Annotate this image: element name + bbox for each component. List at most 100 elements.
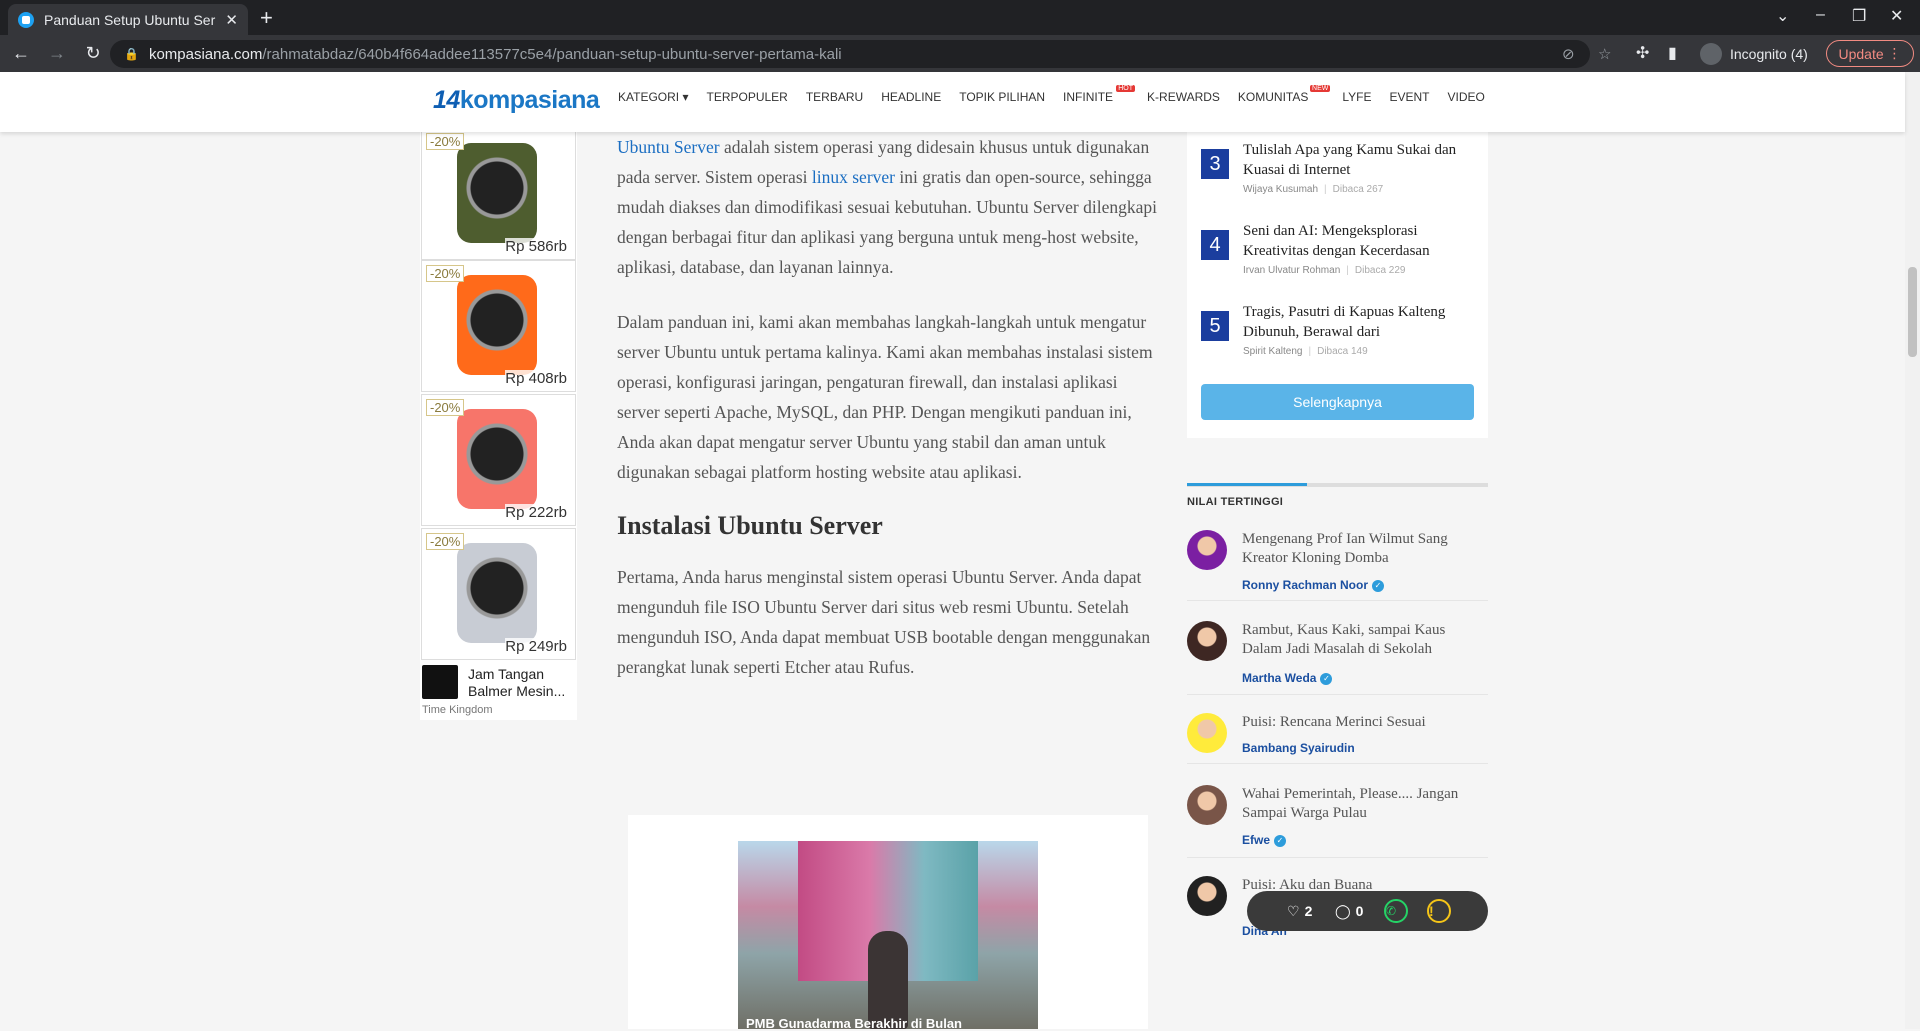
- close-window-icon[interactable]: ✕: [1890, 6, 1903, 26]
- scrollbar-thumb[interactable]: [1908, 267, 1917, 357]
- ad-product-card[interactable]: -20% Rp 249rb: [421, 528, 576, 660]
- nav-item[interactable]: VIDEO: [1448, 90, 1485, 104]
- discount-badge: -20%: [426, 399, 465, 416]
- author-name: Bambang Syairudin: [1242, 741, 1355, 755]
- ranked-author[interactable]: Spirit Kalteng: [1243, 346, 1302, 357]
- restore-icon[interactable]: ❐: [1852, 6, 1866, 26]
- like-button[interactable]: ♡ 2: [1287, 903, 1312, 920]
- nav-item-label: KATEGORI ▾: [618, 90, 689, 104]
- verified-icon: ✓: [1320, 672, 1333, 685]
- new-tab-icon[interactable]: +: [260, 5, 273, 31]
- incognito-indicator[interactable]: Incognito (4): [1700, 43, 1808, 65]
- site-header: 14kompasiana KATEGORI ▾ TERPOPULER TERBARU…: [0, 72, 1905, 132]
- top-rated-author[interactable]: Bambang Syairudin: [1242, 741, 1355, 755]
- update-button[interactable]: Update ⋮: [1826, 40, 1914, 67]
- selengkapnya-button[interactable]: Selengkapnya: [1201, 384, 1474, 420]
- nav-item-label: TERBARU: [805, 90, 864, 104]
- tab-search-icon[interactable]: ⌄: [1776, 6, 1789, 26]
- top-rated-title[interactable]: Wahai Pemerintah, Please.... Jangan Samp…: [1242, 785, 1482, 823]
- extensions-icon[interactable]: ✣: [1636, 43, 1649, 63]
- nav-item-label: EVENT: [1389, 90, 1430, 104]
- top-rated-author[interactable]: Efwe ✓: [1242, 833, 1287, 847]
- nav-item[interactable]: TOPIK PILIHAN: [959, 90, 1045, 104]
- verified-icon: ✓: [1274, 834, 1287, 847]
- discount-badge: -20%: [426, 265, 465, 282]
- ranked-author[interactable]: Wijaya Kusumah: [1243, 184, 1318, 195]
- author-avatar[interactable]: [1187, 785, 1227, 825]
- whatsapp-share-icon[interactable]: ✆: [1384, 899, 1408, 923]
- forward-icon[interactable]: →: [42, 43, 72, 64]
- nav-item[interactable]: EVENT: [1390, 90, 1430, 104]
- comment-button[interactable]: ◯ 0: [1335, 903, 1363, 920]
- nav-item[interactable]: KATEGORI ▾: [618, 90, 688, 104]
- back-icon[interactable]: ←: [6, 43, 36, 64]
- top-rated-author[interactable]: Martha Weda ✓: [1242, 671, 1333, 685]
- ad-product-card[interactable]: -20% Rp 586rb: [421, 128, 576, 260]
- top-rated-item[interactable]: Wahai Pemerintah, Please.... Jangan Samp…: [1187, 785, 1488, 858]
- ad-product-card[interactable]: -20% Rp 222rb: [421, 394, 576, 526]
- lock-icon[interactable]: 🔒: [124, 47, 139, 61]
- article-photo[interactable]: PMB Gunadarma Berakhir di Bulan: [738, 841, 1038, 1031]
- report-icon[interactable]: !: [1427, 899, 1451, 923]
- browser-tab[interactable]: Panduan Setup Ubuntu Ser ✕: [8, 4, 248, 35]
- top-rated-item[interactable]: Rambut, Kaus Kaki, sampai Kaus Dalam Jad…: [1187, 621, 1488, 695]
- author-avatar[interactable]: [1187, 621, 1227, 661]
- nav-badge: HOT: [1116, 85, 1136, 92]
- reaction-bar: ♡ 2 ◯ 0 ✆ !: [1247, 891, 1488, 931]
- nav-item[interactable]: HEADLINE: [881, 90, 941, 104]
- article-body: Ubuntu Server adalah sistem operasi yang…: [617, 132, 1157, 707]
- author-avatar[interactable]: [1187, 876, 1227, 916]
- nav-item[interactable]: KOMUNITAS NEW: [1238, 85, 1331, 104]
- side-panel-icon[interactable]: ▮: [1668, 43, 1677, 63]
- ranked-reads: Dibaca 229: [1354, 265, 1406, 276]
- watch-image: [457, 543, 537, 643]
- nav-item[interactable]: LYFE: [1342, 90, 1371, 104]
- author-avatar[interactable]: [1187, 713, 1227, 753]
- ad-source[interactable]: Time Kingdom: [422, 704, 493, 716]
- ranked-title[interactable]: Seni dan AI: Mengeksplorasi Kreativitas …: [1243, 221, 1483, 261]
- linux-server-link[interactable]: linux server: [812, 167, 895, 187]
- nav-item[interactable]: TERPOPULER: [706, 90, 787, 104]
- minimize-icon[interactable]: –: [1816, 6, 1825, 24]
- top-rated-title[interactable]: Puisi: Rencana Merinci Sesuai: [1242, 713, 1482, 732]
- nav-item[interactable]: TERBARU: [806, 90, 863, 104]
- discount-badge: -20%: [426, 533, 465, 550]
- browser-toolbar: ← → ↻ 🔒 kompasiana.com/rahmatabdaz/640b4…: [0, 35, 1920, 72]
- nilai-divider-accent: [1187, 483, 1307, 486]
- kompasiana-logo[interactable]: 14kompasiana: [433, 86, 600, 115]
- tab-title: Panduan Setup Ubuntu Ser: [44, 11, 216, 28]
- address-bar[interactable]: 🔒 kompasiana.com/rahmatabdaz/640b4f664ad…: [110, 40, 1611, 68]
- reload-icon[interactable]: ↻: [78, 43, 108, 64]
- discount-badge: -20%: [426, 133, 465, 150]
- nav-item[interactable]: K-REWARDS: [1147, 90, 1220, 104]
- nav-item-label: TERPOPULER: [706, 90, 788, 104]
- top-rated-title[interactable]: Rambut, Kaus Kaki, sampai Kaus Dalam Jad…: [1242, 621, 1482, 659]
- ad-brand-logo[interactable]: [422, 665, 458, 699]
- top-rated-item[interactable]: Mengenang Prof Ian Wilmut Sang Kreator K…: [1187, 530, 1488, 601]
- author-avatar[interactable]: [1187, 530, 1227, 570]
- author-name: Ronny Rachman Noor: [1242, 578, 1369, 592]
- incognito-label: Incognito (4): [1730, 46, 1808, 62]
- ranked-title[interactable]: Tulislah Apa yang Kamu Sukai dan Kuasai …: [1243, 140, 1483, 180]
- ad-price: Rp 222rb: [505, 504, 567, 521]
- ranked-title[interactable]: Tragis, Pasutri di Kapuas Kalteng Dibunu…: [1243, 302, 1483, 342]
- incognito-icon: [1700, 43, 1722, 65]
- close-tab-icon[interactable]: ✕: [225, 11, 238, 29]
- ad-column: -20% Rp 586rb -20% Rp 408rb -20% Rp 222rb -20%…: [420, 128, 577, 720]
- author-name: Martha Weda: [1242, 671, 1317, 685]
- ad-product-name[interactable]: Jam Tangan Balmer Mesin...: [468, 666, 574, 700]
- top-rated-title[interactable]: Mengenang Prof Ian Wilmut Sang Kreator K…: [1242, 530, 1482, 568]
- nav-item[interactable]: INFINITE HOT: [1063, 85, 1136, 104]
- ubuntu-server-link[interactable]: Ubuntu Server: [617, 137, 720, 157]
- meta-separator: |: [1346, 265, 1349, 276]
- ranked-author[interactable]: Irvan Ulvatur Rohman: [1243, 265, 1340, 276]
- logo-mark: 14: [433, 86, 460, 114]
- page-scrollbar[interactable]: [1905, 72, 1920, 1029]
- ad-product-card[interactable]: -20% Rp 408rb: [421, 260, 576, 392]
- nav-item-label: INFINITE: [1063, 90, 1114, 104]
- eye-off-icon[interactable]: ⊘: [1562, 45, 1575, 63]
- top-rated-author[interactable]: Ronny Rachman Noor ✓: [1242, 578, 1385, 592]
- top-rated-item[interactable]: Puisi: Rencana Merinci Sesuai Bambang Sya…: [1187, 713, 1488, 764]
- bookmark-star-icon[interactable]: ☆: [1598, 45, 1611, 63]
- ranked-reads: Dibaca 267: [1332, 184, 1384, 195]
